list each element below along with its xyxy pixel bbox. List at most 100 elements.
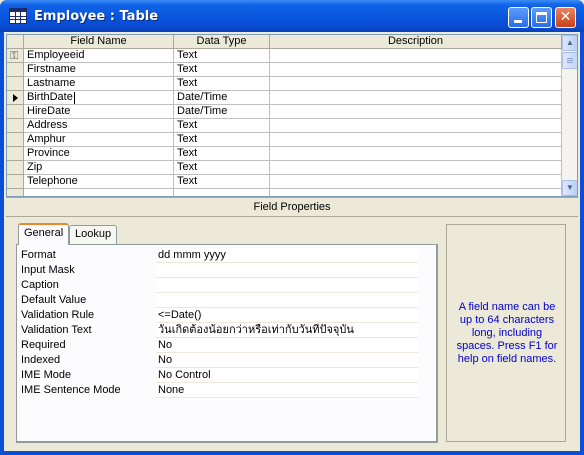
row-selector[interactable] bbox=[7, 105, 24, 119]
property-label: Required bbox=[21, 339, 66, 351]
field-name-cell[interactable]: HireDate bbox=[24, 105, 174, 119]
row-selector[interactable] bbox=[7, 161, 24, 175]
window-client-area: Field Name Data Type Description ⚿ Employ… bbox=[4, 32, 580, 451]
primary-key-icon: ⚿ bbox=[10, 50, 19, 62]
property-row: IME Sentence Mode None bbox=[21, 383, 421, 398]
field-name-cell[interactable]: Firstname bbox=[24, 63, 174, 77]
divider bbox=[6, 197, 578, 198]
property-label: Validation Rule bbox=[21, 309, 95, 321]
data-type-cell[interactable] bbox=[174, 189, 270, 196]
title-bar[interactable]: Employee : Table ✕ bbox=[0, 0, 584, 32]
help-text: A field name can be up to 64 characters … bbox=[456, 301, 558, 365]
field-name-cell[interactable]: Telephone bbox=[24, 175, 174, 189]
property-label: Validation Text bbox=[21, 324, 92, 336]
property-value-field[interactable]: No bbox=[156, 353, 418, 368]
property-value-field[interactable] bbox=[156, 263, 418, 278]
column-header-field-name[interactable]: Field Name bbox=[24, 35, 174, 49]
description-cell[interactable] bbox=[270, 119, 562, 133]
property-value-field[interactable]: None bbox=[156, 383, 418, 398]
data-type-cell[interactable]: Text bbox=[174, 49, 270, 63]
data-type-cell[interactable]: Date/Time bbox=[174, 91, 270, 105]
description-cell[interactable] bbox=[270, 147, 562, 161]
field-name-cell[interactable]: Employeeid bbox=[24, 49, 174, 63]
text-caret bbox=[74, 92, 75, 104]
grid-vertical-scrollbar[interactable]: ▲ ▼ bbox=[562, 35, 577, 196]
data-type-cell[interactable]: Text bbox=[174, 63, 270, 77]
row-selector[interactable] bbox=[7, 189, 24, 196]
property-row: IME Mode No Control bbox=[21, 368, 421, 383]
property-value-field[interactable]: No bbox=[156, 338, 418, 353]
data-type-cell[interactable]: Text bbox=[174, 161, 270, 175]
field-name-cell[interactable]: Province bbox=[24, 147, 174, 161]
row-selector[interactable] bbox=[7, 175, 24, 189]
field-grid: Field Name Data Type Description ⚿ Employ… bbox=[6, 34, 578, 197]
property-label: IME Mode bbox=[21, 369, 72, 381]
property-row: Caption bbox=[21, 278, 421, 293]
maximize-icon bbox=[536, 12, 547, 23]
tab-general[interactable]: General bbox=[18, 223, 70, 245]
description-cell[interactable] bbox=[270, 161, 562, 175]
field-name-cell[interactable]: Amphur bbox=[24, 133, 174, 147]
property-row: Input Mask bbox=[21, 263, 421, 278]
data-type-cell[interactable]: Text bbox=[174, 119, 270, 133]
maximize-button[interactable] bbox=[531, 7, 552, 28]
tab-lookup[interactable]: Lookup bbox=[69, 225, 118, 244]
property-label: Format bbox=[21, 249, 56, 261]
property-label: Indexed bbox=[21, 354, 61, 366]
description-cell[interactable] bbox=[270, 49, 562, 63]
row-selector[interactable] bbox=[7, 147, 24, 161]
select-all-corner[interactable] bbox=[7, 35, 24, 49]
field-properties-pane: General Lookup Format dd mmm yyyy Input Ma… bbox=[6, 216, 578, 449]
property-value-field[interactable]: วันเกิดต้องน้อยกว่าหรือเท่ากับวันที่ปัจจ… bbox=[156, 323, 418, 338]
description-cell[interactable] bbox=[270, 77, 562, 91]
description-cell[interactable] bbox=[270, 175, 562, 189]
description-cell[interactable] bbox=[270, 105, 562, 119]
row-selector[interactable] bbox=[7, 91, 24, 105]
property-label: Input Mask bbox=[21, 264, 75, 276]
general-tab-panel: Format dd mmm yyyy Input Mask Caption Defaul… bbox=[16, 244, 438, 443]
scroll-thumb[interactable] bbox=[562, 52, 577, 69]
property-value-field[interactable]: No Control bbox=[156, 368, 418, 383]
data-type-cell[interactable]: Text bbox=[174, 133, 270, 147]
property-value-field[interactable]: <=Date() bbox=[156, 308, 418, 323]
data-type-cell[interactable]: Text bbox=[174, 77, 270, 91]
description-cell[interactable] bbox=[270, 189, 562, 196]
description-cell[interactable] bbox=[270, 133, 562, 147]
property-value-field[interactable] bbox=[156, 278, 418, 293]
table-grid-icon[interactable] bbox=[9, 8, 27, 24]
table-design-window: Employee : Table ✕ Field Name Data Type … bbox=[0, 0, 584, 455]
field-name-cell[interactable]: Address bbox=[24, 119, 174, 133]
property-row: Format dd mmm yyyy bbox=[21, 248, 421, 263]
row-selector[interactable] bbox=[7, 63, 24, 77]
field-name-cell[interactable]: Lastname bbox=[24, 77, 174, 91]
data-type-cell[interactable]: Date/Time bbox=[174, 105, 270, 119]
row-selector[interactable]: ⚿ bbox=[7, 49, 24, 63]
description-cell[interactable] bbox=[270, 63, 562, 77]
field-name-cell[interactable]: Zip bbox=[24, 161, 174, 175]
scroll-up-button[interactable]: ▲ bbox=[562, 35, 577, 51]
row-selector[interactable] bbox=[7, 133, 24, 147]
field-name-cell[interactable]: BirthDate bbox=[24, 91, 174, 105]
window-title: Employee : Table bbox=[34, 9, 159, 24]
description-cell[interactable] bbox=[270, 91, 562, 105]
property-row: Required No bbox=[21, 338, 421, 353]
property-value-field[interactable]: dd mmm yyyy bbox=[156, 248, 418, 263]
property-value-field[interactable] bbox=[156, 293, 418, 308]
data-type-cell[interactable]: Text bbox=[174, 147, 270, 161]
data-type-cell[interactable]: Text bbox=[174, 175, 270, 189]
field-name-cell[interactable] bbox=[24, 189, 174, 196]
row-selector[interactable] bbox=[7, 77, 24, 91]
property-row: Validation Text วันเกิดต้องน้อยกว่าหรือเท… bbox=[21, 323, 421, 338]
help-panel: A field name can be up to 64 characters … bbox=[446, 224, 566, 442]
scroll-down-button[interactable]: ▼ bbox=[562, 180, 577, 196]
property-label: IME Sentence Mode bbox=[21, 384, 121, 396]
row-selector[interactable] bbox=[7, 119, 24, 133]
close-button[interactable]: ✕ bbox=[555, 7, 576, 28]
property-row: Validation Rule <=Date() bbox=[21, 308, 421, 323]
record-pointer-icon bbox=[13, 94, 18, 102]
minimize-button[interactable] bbox=[508, 7, 529, 28]
field-properties-title: Field Properties bbox=[253, 201, 331, 213]
column-header-data-type[interactable]: Data Type bbox=[174, 35, 270, 49]
property-row: Indexed No bbox=[21, 353, 421, 368]
column-header-description[interactable]: Description bbox=[270, 35, 562, 49]
